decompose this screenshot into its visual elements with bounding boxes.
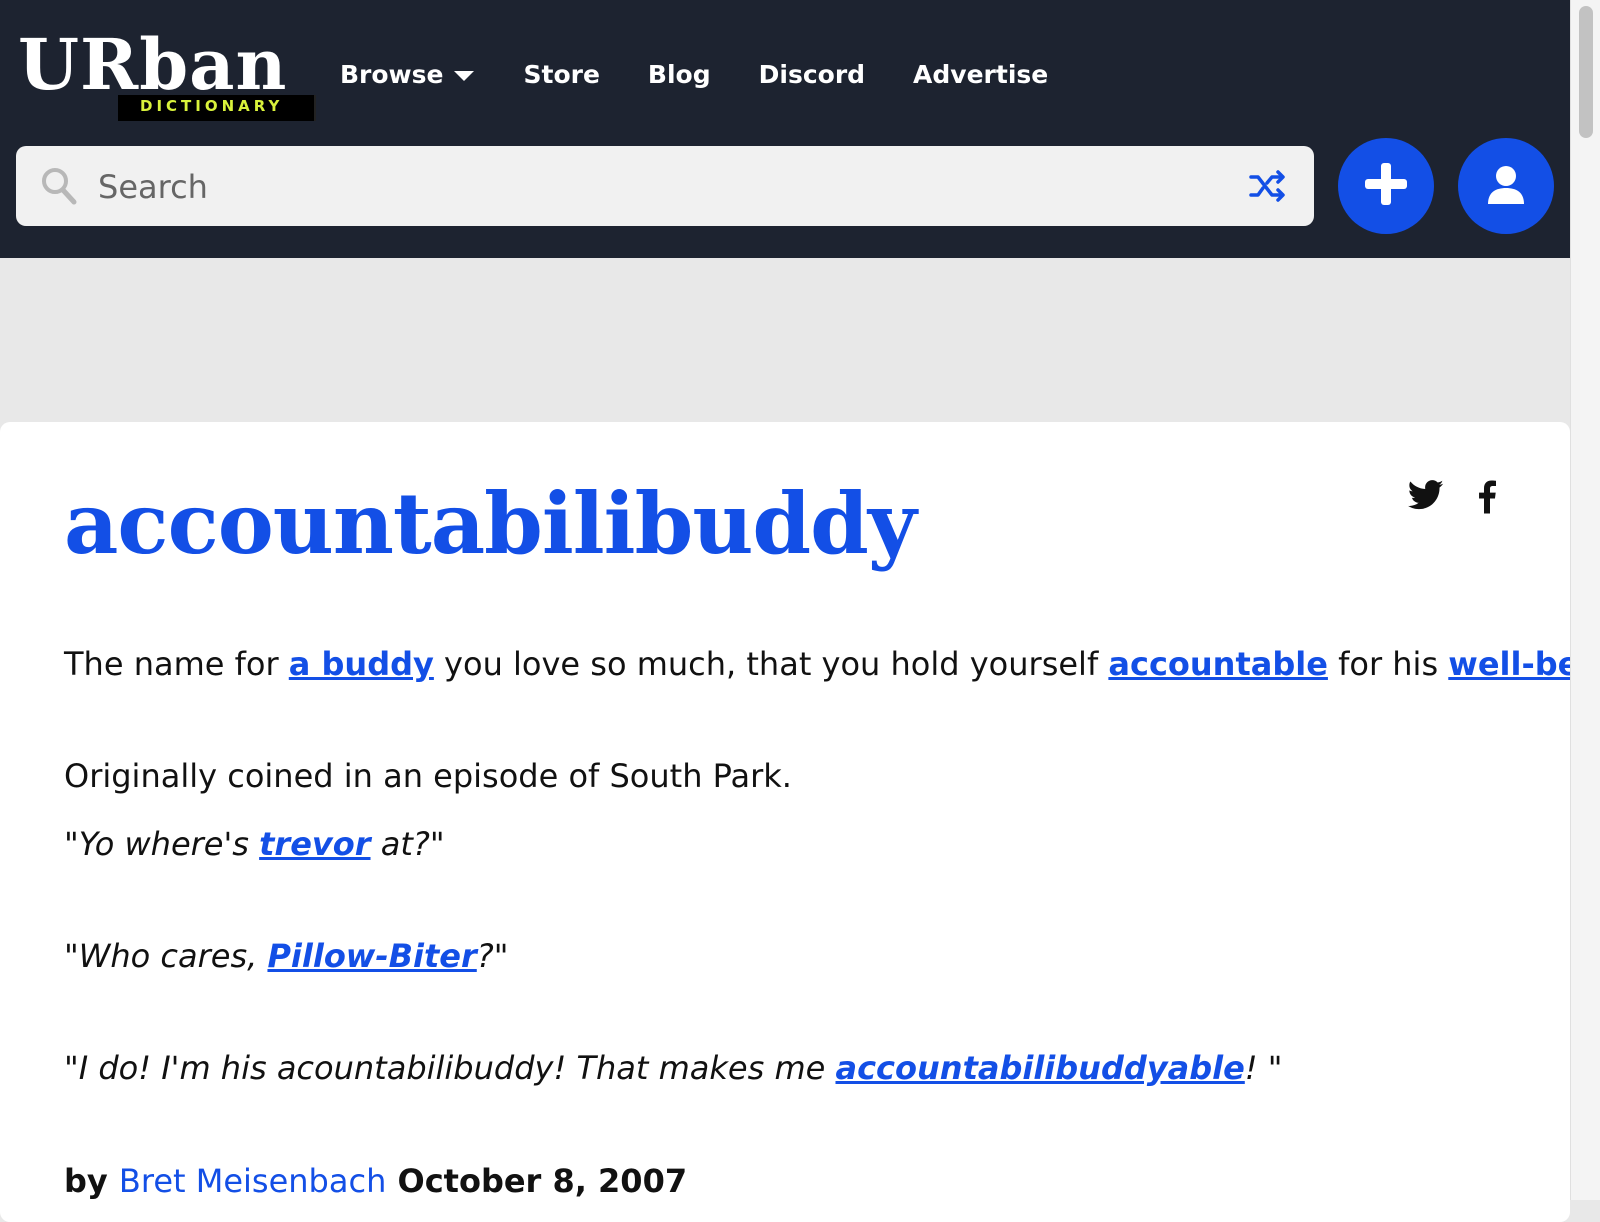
link-accountable[interactable]: accountable — [1108, 645, 1328, 683]
link-pillow-biter[interactable]: Pillow-Biter — [267, 937, 476, 975]
main-nav: Browse Store Blog Discord Advertise — [340, 52, 1096, 96]
logo-tagline-box: DICTIONARY — [118, 95, 316, 121]
page-scrollbar[interactable] — [1570, 0, 1600, 1200]
nav-blog[interactable]: Blog — [648, 60, 711, 89]
urban-dictionary-logo[interactable]: URban DICTIONARY — [16, 20, 316, 124]
meaning-text: for his — [1327, 645, 1449, 683]
nav-discord[interactable]: Discord — [759, 60, 865, 89]
shuffle-icon[interactable] — [1248, 166, 1288, 210]
example-text: ?" — [476, 937, 509, 975]
user-icon — [1484, 162, 1528, 210]
example-line: "Who cares, Pillow-Biter?" — [64, 934, 1534, 978]
add-definition-button[interactable] — [1338, 138, 1434, 234]
facebook-icon[interactable] — [1478, 480, 1496, 518]
meaning-text: you love so much, that you hold yourself — [433, 645, 1109, 683]
logo-tagline: DICTIONARY — [140, 97, 284, 115]
example-text: "Who cares, — [64, 937, 268, 975]
search-input[interactable] — [96, 156, 1200, 218]
definition-card: accountabilibuddy The name for a buddy y… — [0, 422, 1600, 1222]
nav-advertise[interactable]: Advertise — [913, 60, 1048, 89]
example-line: "I do! I'm his acountabilibuddy! That ma… — [64, 1046, 1534, 1090]
search-icon — [40, 166, 78, 210]
ad-space — [0, 258, 1570, 422]
post-date: October 8, 2007 — [397, 1162, 688, 1200]
byline-by: by — [64, 1162, 108, 1200]
user-account-button[interactable] — [1458, 138, 1554, 234]
author-link[interactable]: Bret Meisenbach — [119, 1162, 386, 1200]
example-line: "Yo where's trevor at?" — [64, 822, 1534, 866]
chevron-down-icon — [452, 60, 476, 89]
link-trevor[interactable]: trevor — [259, 825, 370, 863]
search-bar — [16, 146, 1314, 226]
link-accountabilibuddyable[interactable]: accountabilibuddyable — [835, 1049, 1244, 1087]
definition-word[interactable]: accountabilibuddy — [64, 474, 917, 573]
nav-browse-label: Browse — [340, 59, 444, 89]
byline: by Bret Meisenbach October 8, 2007 — [64, 1162, 687, 1200]
link-a-buddy[interactable]: a buddy — [289, 645, 434, 683]
example-text: "I do! I'm his acountabilibuddy! That ma… — [64, 1049, 836, 1087]
top-navigation-bar: URban DICTIONARY Browse Store Blog Disco… — [0, 0, 1570, 258]
example-text: "Yo where's — [64, 825, 260, 863]
example-text: ! " — [1244, 1049, 1283, 1087]
scrollbar-thumb[interactable] — [1579, 6, 1593, 138]
plus-icon — [1361, 159, 1411, 213]
example-text: at?" — [370, 825, 445, 863]
meaning-text: The name for — [64, 645, 289, 683]
twitter-icon[interactable] — [1407, 480, 1444, 514]
meaning-origin: Originally coined in an episode of South… — [64, 757, 792, 795]
meaning-paragraph: The name for a buddy you love so much, t… — [64, 642, 1600, 686]
nav-store[interactable]: Store — [524, 60, 600, 89]
nav-browse[interactable]: Browse — [340, 60, 476, 89]
